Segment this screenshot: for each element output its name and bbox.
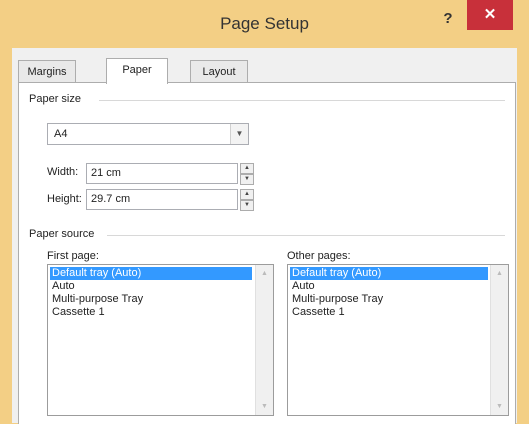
spin-down-icon[interactable]: ▼	[240, 200, 254, 211]
group-divider	[99, 100, 505, 101]
list-item[interactable]: Multi-purpose Tray	[290, 293, 383, 306]
list-item[interactable]: Cassette 1	[290, 306, 345, 319]
list-item[interactable]: Auto	[290, 280, 315, 293]
other-pages-label: Other pages:	[287, 250, 351, 262]
close-button[interactable]: ✕	[467, 0, 513, 30]
tab-layout[interactable]: Layout	[190, 60, 248, 83]
title-bar: Page Setup ? ✕	[0, 0, 529, 48]
list-item[interactable]: Default tray (Auto)	[290, 267, 488, 280]
tab-margins[interactable]: Margins	[18, 60, 76, 83]
width-label: Width:	[47, 166, 79, 178]
tab-paper[interactable]: Paper	[106, 58, 168, 84]
spin-down-icon[interactable]: ▼	[240, 174, 254, 185]
list-item[interactable]: Default tray (Auto)	[50, 267, 252, 280]
scroll-up-icon[interactable]: ▲	[491, 265, 508, 282]
tab-panel-paper: Paper size A4 ▼ Width: 21 cm ▲ ▼ Height:…	[18, 82, 516, 424]
spin-up-icon[interactable]: ▲	[240, 163, 254, 174]
width-field[interactable]: 21 cm	[86, 163, 238, 184]
height-spinner[interactable]: ▲ ▼	[240, 189, 254, 211]
scroll-down-icon[interactable]: ▼	[256, 398, 273, 415]
dialog-body: Margins Paper Layout Paper size A4 ▼ Wid…	[12, 48, 517, 424]
scrollbar[interactable]: ▲ ▼	[490, 265, 508, 415]
help-button[interactable]: ?	[434, 8, 462, 30]
chevron-down-icon[interactable]: ▼	[230, 124, 248, 144]
list-item[interactable]: Cassette 1	[50, 306, 105, 319]
first-page-label: First page:	[47, 250, 99, 262]
paper-size-select[interactable]: A4 ▼	[47, 123, 249, 145]
scroll-up-icon[interactable]: ▲	[256, 265, 273, 282]
height-field[interactable]: 29.7 cm	[86, 189, 238, 210]
paper-size-label: Paper size	[29, 93, 81, 105]
other-pages-list[interactable]: Default tray (Auto) Auto Multi-purpose T…	[287, 264, 509, 416]
width-value: 21 cm	[91, 167, 121, 179]
list-item[interactable]: Multi-purpose Tray	[50, 293, 143, 306]
scroll-down-icon[interactable]: ▼	[491, 398, 508, 415]
width-spinner[interactable]: ▲ ▼	[240, 163, 254, 185]
list-item[interactable]: Auto	[50, 280, 75, 293]
paper-source-label: Paper source	[29, 228, 95, 240]
height-value: 29.7 cm	[91, 193, 131, 205]
first-page-list[interactable]: Default tray (Auto) Auto Multi-purpose T…	[47, 264, 274, 416]
height-label: Height:	[47, 193, 82, 205]
spin-up-icon[interactable]: ▲	[240, 189, 254, 200]
paper-size-value: A4	[54, 128, 68, 140]
group-divider	[107, 235, 505, 236]
scrollbar[interactable]: ▲ ▼	[255, 265, 273, 415]
